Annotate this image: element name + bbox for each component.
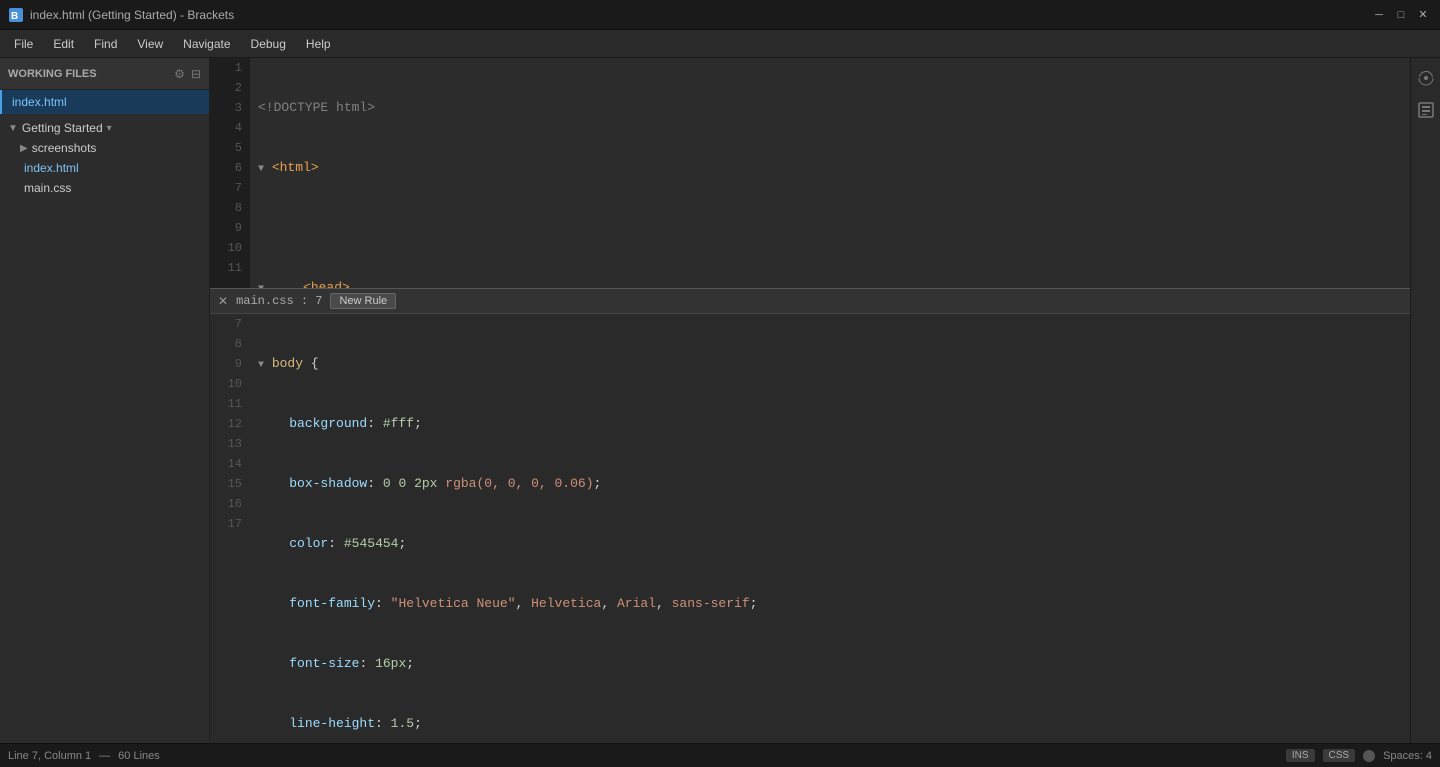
ins-badge: INS [1286, 749, 1315, 762]
sidebar-header: Working Files ⚙ ⊟ [0, 58, 209, 90]
gear-icon[interactable]: ⚙ [174, 67, 185, 81]
status-bar: Line 7, Column 1 — 60 Lines INS CSS Spac… [0, 743, 1440, 767]
app-icon: B [8, 7, 24, 23]
menu-view[interactable]: View [127, 33, 173, 55]
folder-getting-started[interactable]: ▼ Getting Started ▾ [0, 118, 209, 138]
folder-tag: ▾ [107, 123, 112, 134]
extract-icon[interactable] [1414, 98, 1438, 122]
inline-editor-header: ✕ main.css : 7 New Rule [210, 289, 1410, 314]
split-icon[interactable]: ⊟ [191, 67, 201, 81]
working-file-index[interactable]: index.html [0, 90, 209, 114]
inline-css-editor: ✕ main.css : 7 New Rule 7 8 9 10 11 12 1… [210, 288, 1410, 743]
working-files-label: Working Files [8, 68, 97, 80]
window-controls: ─ □ ✕ [1370, 6, 1432, 24]
minimize-button[interactable]: ─ [1370, 6, 1388, 24]
menu-edit[interactable]: Edit [43, 33, 84, 55]
maximize-button[interactable]: □ [1392, 6, 1410, 24]
code-top-block: 1 2 3 4 5 6 7 8 9 10 11 <!DOCTYPE html> [210, 58, 1410, 288]
status-circle [1363, 750, 1375, 762]
menu-navigate[interactable]: Navigate [173, 33, 240, 55]
title-bar-left: B index.html (Getting Started) - Bracket… [8, 7, 234, 23]
main-layout: Working Files ⚙ ⊟ index.html ▼ Getting S… [0, 58, 1440, 743]
status-left: Line 7, Column 1 — 60 Lines [8, 750, 160, 762]
status-right: INS CSS Spaces: 4 [1286, 749, 1432, 762]
file-tree: ▼ Getting Started ▾ ▶ screenshots index.… [0, 114, 209, 743]
subfolder-screenshots[interactable]: ▶ screenshots [0, 138, 209, 158]
menu-bar: File Edit Find View Navigate Debug Help [0, 30, 1440, 58]
folder-label: Getting Started [22, 121, 103, 135]
spaces-setting[interactable]: Spaces: 4 [1383, 750, 1432, 762]
menu-debug[interactable]: Debug [241, 33, 296, 55]
menu-help[interactable]: Help [296, 33, 341, 55]
inline-file-label: main.css : 7 [236, 294, 322, 308]
subfolder-label: screenshots [32, 141, 97, 155]
css-badge[interactable]: CSS [1323, 749, 1356, 762]
editor-area: 1 2 3 4 5 6 7 8 9 10 11 <!DOCTYPE html> [210, 58, 1410, 743]
code-top-section: 1 2 3 4 5 6 7 8 9 10 11 <!DOCTYPE html> [210, 58, 1410, 288]
css-code-lines[interactable]: ▼ body { background: #fff; box-shadow: 0… [250, 314, 1410, 743]
new-rule-button[interactable]: New Rule [330, 293, 396, 309]
css-inline-block: 7 8 9 10 11 12 13 14 15 16 17 ▼ body { [210, 314, 1410, 743]
code-lines-top[interactable]: <!DOCTYPE html> ▼ <html> ▼ <head> <meta … [250, 58, 1410, 288]
menu-find[interactable]: Find [84, 33, 127, 55]
file-main-css[interactable]: main.css [0, 178, 209, 198]
subfolder-arrow: ▶ [20, 143, 28, 154]
window-title: index.html (Getting Started) - Brackets [30, 8, 234, 22]
line-separator: — [99, 750, 110, 762]
line-numbers-top: 1 2 3 4 5 6 7 8 9 10 11 [210, 58, 250, 288]
cursor-position: Line 7, Column 1 [8, 750, 91, 762]
title-bar: B index.html (Getting Started) - Bracket… [0, 0, 1440, 30]
sidebar-header-icons: ⚙ ⊟ [174, 67, 201, 81]
right-panel [1410, 58, 1440, 743]
close-button[interactable]: ✕ [1414, 6, 1432, 24]
folder-arrow: ▼ [8, 123, 18, 134]
svg-text:B: B [11, 11, 18, 22]
css-line-numbers: 7 8 9 10 11 12 13 14 15 16 17 [210, 314, 250, 743]
line-count: 60 Lines [118, 750, 160, 762]
sidebar: Working Files ⚙ ⊟ index.html ▼ Getting S… [0, 58, 210, 743]
editor-and-right: 1 2 3 4 5 6 7 8 9 10 11 <!DOCTYPE html> [210, 58, 1440, 743]
live-preview-icon[interactable] [1414, 66, 1438, 90]
file-index-html[interactable]: index.html [0, 158, 209, 178]
inline-close-button[interactable]: ✕ [218, 294, 228, 308]
menu-file[interactable]: File [4, 33, 43, 55]
